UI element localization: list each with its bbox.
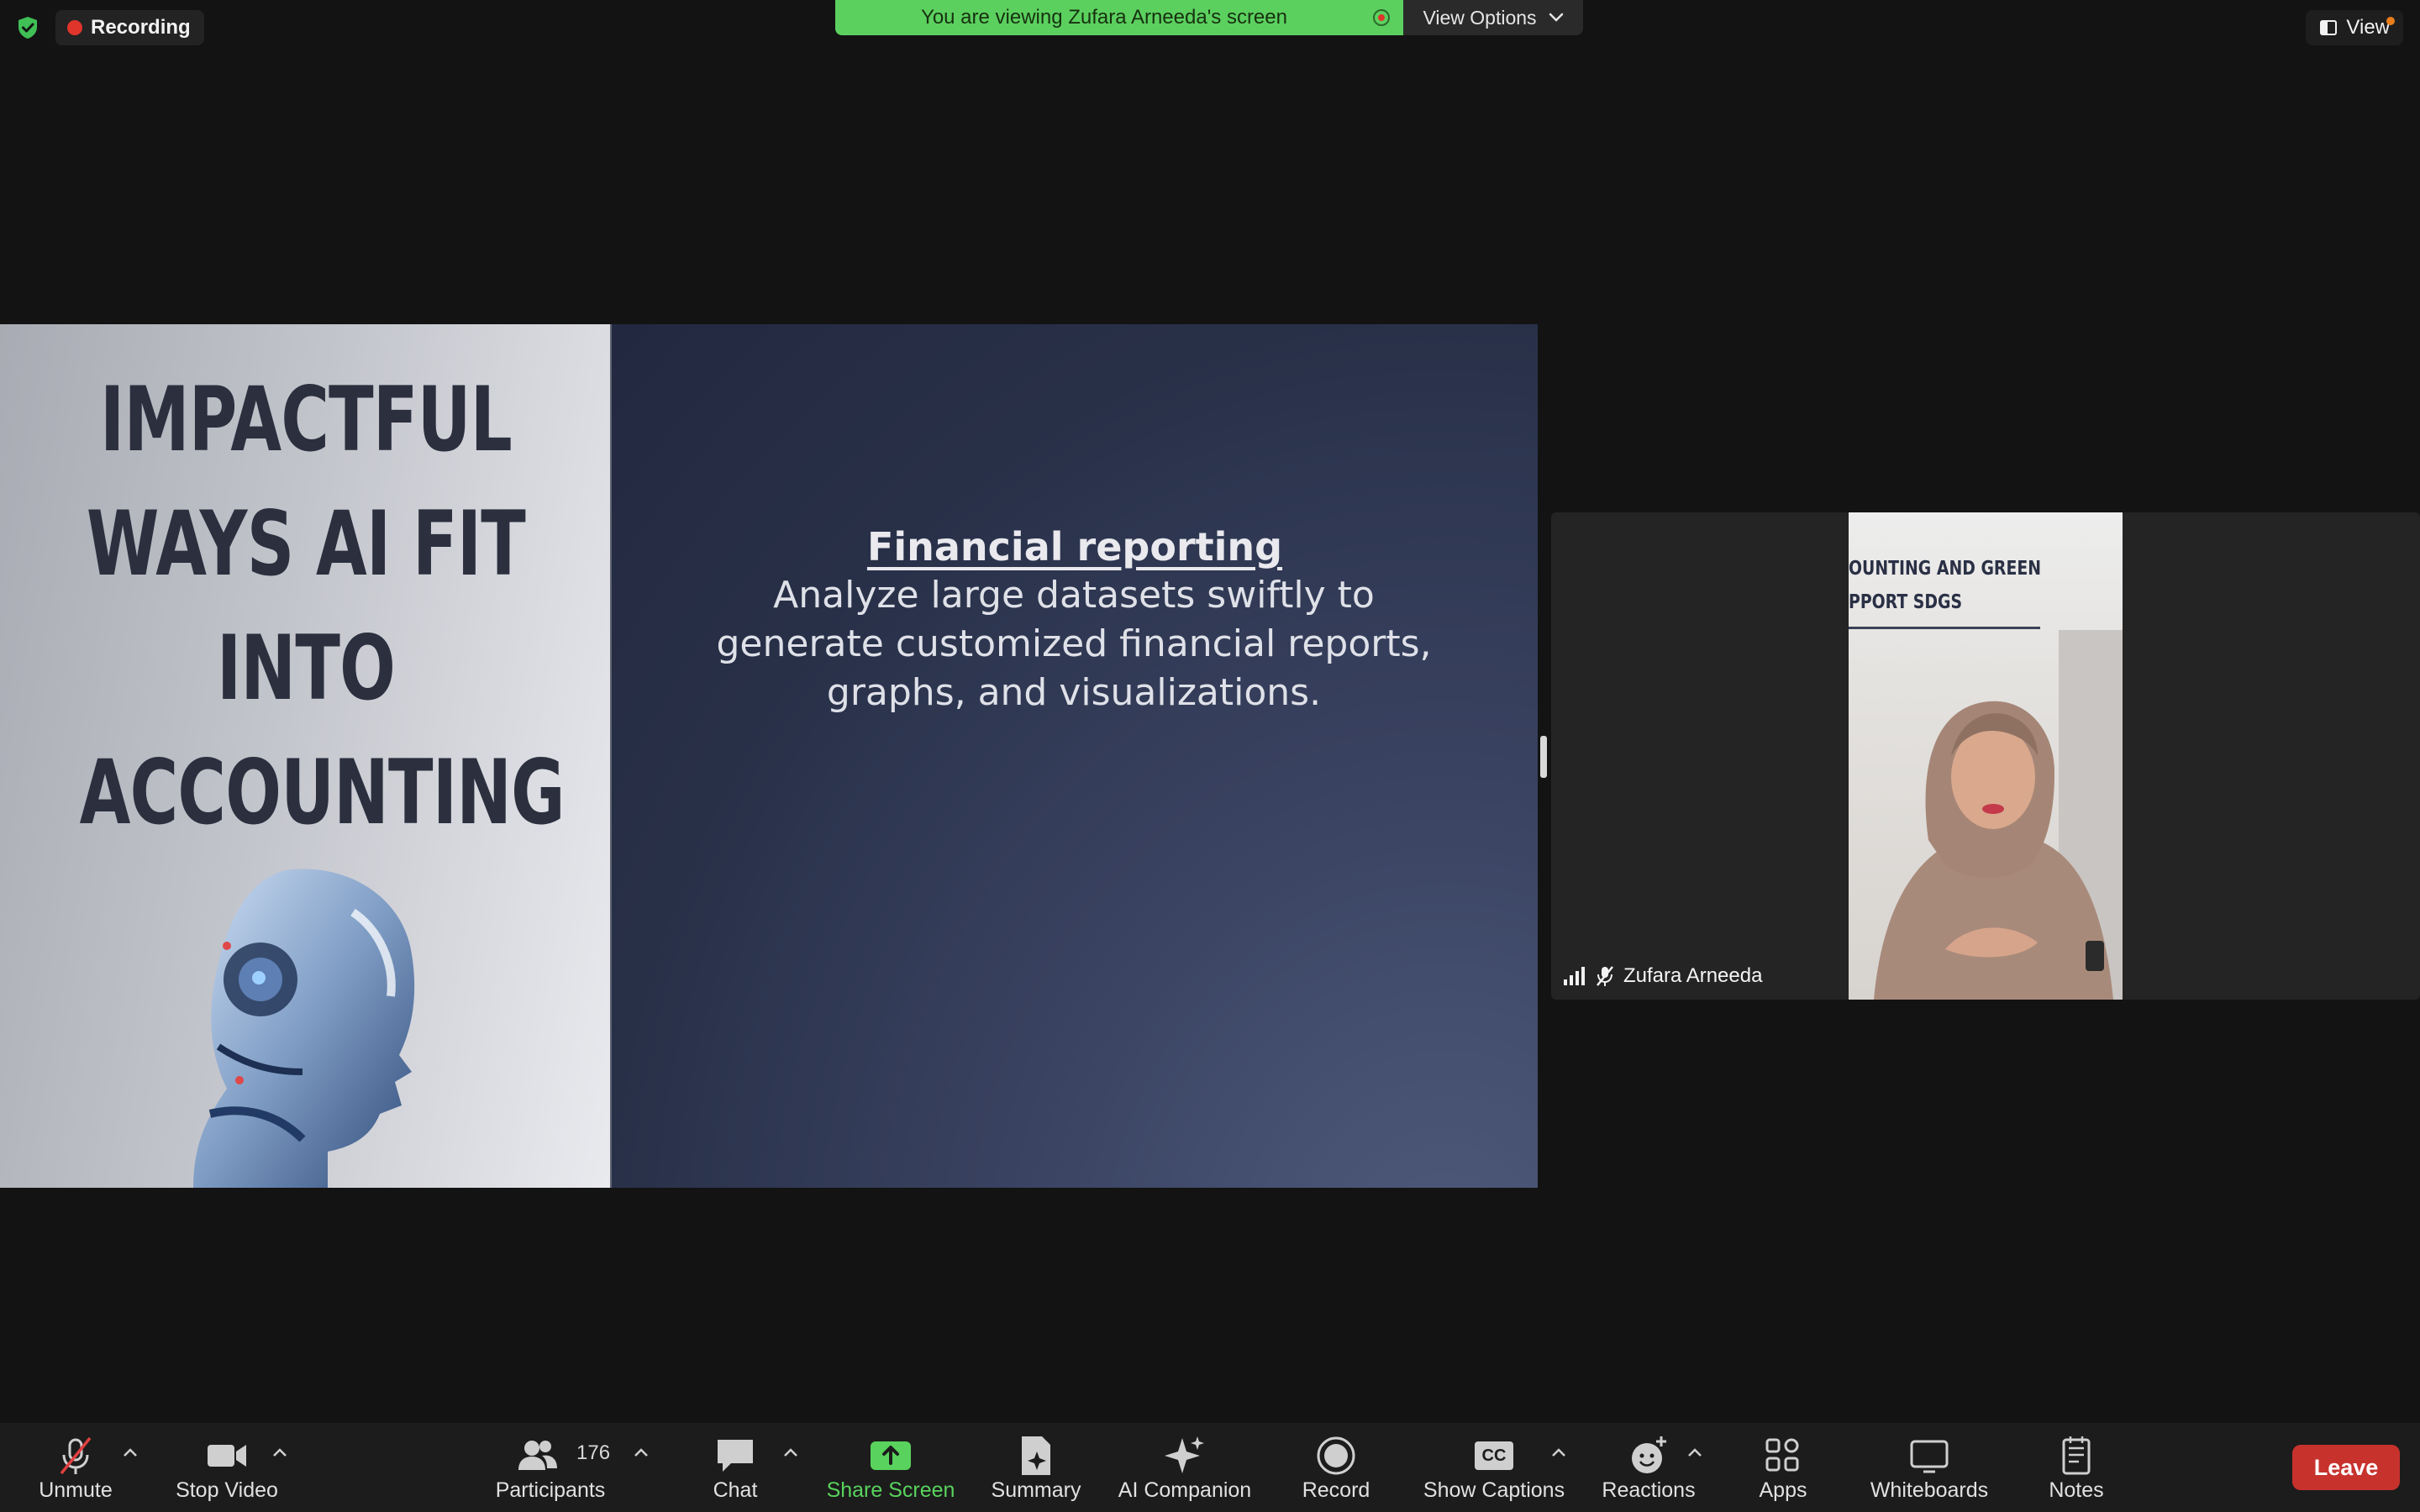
video-camera-icon [208, 1445, 246, 1467]
whiteboards-label: Whiteboards [1870, 1478, 1989, 1502]
ai-companion-button[interactable]: AI Companion [1109, 1423, 1260, 1512]
leave-button[interactable]: Leave [2292, 1445, 2400, 1490]
captions-icon-text: CC [1481, 1446, 1507, 1465]
slide-heading: Financial reporting [866, 524, 1283, 570]
view-button[interactable]: View [2306, 10, 2403, 45]
slide-left-panel: IMPACTFUL WAYS AI FIT INTO ACCOUNTING [0, 324, 612, 1188]
shared-screen[interactable]: IMPACTFUL WAYS AI FIT INTO ACCOUNTING Fi… [0, 324, 1538, 1188]
reactions-options-caret-icon[interactable] [1686, 1446, 1704, 1458]
screen-share-banner: You are viewing Zufara Arneeda's screen [835, 0, 1403, 35]
share-banner-text: You are viewing Zufara Arneeda's screen [921, 6, 1287, 29]
whiteboard-icon [1910, 1440, 1949, 1473]
record-label: Record [1302, 1478, 1370, 1502]
ai-sparkle-icon [1165, 1436, 1204, 1473]
video-background-rule [1849, 627, 2040, 629]
chevron-down-icon [1549, 13, 1563, 22]
summary-label: Summary [991, 1478, 1081, 1502]
recording-dot-icon [67, 20, 82, 35]
participants-label: Participants [495, 1478, 606, 1502]
participants-icon [518, 1441, 557, 1470]
view-options-label: View Options [1423, 6, 1537, 29]
chat-bubble-icon [718, 1440, 753, 1472]
chat-button[interactable]: Chat [697, 1423, 773, 1512]
slide-body-text: Analyze large datasets swiftly to genera… [716, 574, 1432, 714]
record-icon [1317, 1436, 1355, 1475]
reactions-emoji-icon [1632, 1436, 1666, 1473]
ai-robot-image [193, 869, 415, 1188]
meeting-toolbar: Unmute Stop Video 176 Participants Chat [0, 1423, 2420, 1512]
slide-title: IMPACTFUL WAYS AI FIT INTO ACCOUNTING [79, 358, 566, 855]
view-label: View [2346, 16, 2390, 39]
participants-count: 176 [576, 1441, 611, 1464]
participant-name-tag: Zufara Arneeda [1558, 961, 1767, 991]
apps-grid-icon [1765, 1438, 1799, 1472]
show-captions-button[interactable]: CC Show Captions [1420, 1423, 1568, 1512]
slide-title-line: ACCOUNTING [79, 741, 566, 844]
slide-title-line: INTO [216, 617, 396, 720]
recording-label: Recording [91, 16, 191, 39]
notification-dot [2386, 17, 2395, 25]
participant-video-tile[interactable]: OUNTING AND GREEN PPORT SDGS Zufara Arne… [1551, 512, 2420, 1000]
reactions-label: Reactions [1602, 1478, 1696, 1502]
summary-document-icon [1022, 1436, 1050, 1475]
muted-microphone-icon [1597, 966, 1613, 986]
participant-name: Zufara Arneeda [1623, 964, 1763, 987]
share-screen-icon [871, 1441, 911, 1470]
layout-view-icon [2320, 20, 2338, 35]
recording-indicator[interactable]: Recording [55, 10, 204, 45]
ai-companion-label: AI Companion [1118, 1478, 1252, 1502]
participants-options-caret-icon[interactable] [632, 1446, 650, 1458]
video-background-caption: PPORT SDGS [1849, 591, 1963, 613]
chat-label: Chat [713, 1478, 758, 1502]
stop-video-button[interactable]: Stop Video [168, 1423, 286, 1512]
participant-person-image [1874, 630, 2123, 1000]
share-screen-label: Share Screen [826, 1478, 955, 1502]
video-background-caption: OUNTING AND GREEN [1849, 558, 2042, 580]
captions-options-caret-icon[interactable] [1549, 1446, 1568, 1458]
record-button[interactable]: Record [1294, 1423, 1378, 1512]
notes-icon [2062, 1436, 2091, 1475]
notes-button[interactable]: Notes [2037, 1423, 2116, 1512]
participants-button[interactable]: 176 Participants [487, 1423, 613, 1512]
chat-options-caret-icon[interactable] [781, 1446, 800, 1458]
muted-microphone-icon [60, 1436, 92, 1475]
panel-resize-handle[interactable] [1540, 736, 1547, 778]
unmute-button[interactable]: Unmute [25, 1423, 126, 1512]
slide-title-line: IMPACTFUL [100, 368, 513, 471]
signal-strength-icon[interactable] [1563, 966, 1586, 986]
reactions-button[interactable]: Reactions [1597, 1423, 1701, 1512]
slide-right-panel: Financial reporting Analyze large datase… [612, 324, 1538, 1188]
participant-video: OUNTING AND GREEN PPORT SDGS [1849, 512, 2123, 1000]
view-options-button[interactable]: View Options [1403, 0, 1583, 35]
stop-video-label: Stop Video [176, 1478, 278, 1502]
apps-button[interactable]: Apps [1748, 1423, 1818, 1512]
slide-title-line: WAYS AI FIT [86, 492, 526, 596]
share-screen-button[interactable]: Share Screen [823, 1423, 958, 1512]
show-captions-label: Show Captions [1423, 1478, 1565, 1502]
record-status-icon [1373, 9, 1390, 26]
unmute-label: Unmute [39, 1478, 113, 1502]
security-shield-icon[interactable] [15, 15, 40, 40]
apps-label: Apps [1759, 1478, 1807, 1502]
notes-label: Notes [2049, 1478, 2104, 1502]
video-options-caret-icon[interactable] [271, 1446, 289, 1458]
audio-options-caret-icon[interactable] [121, 1446, 139, 1458]
summary-button[interactable]: Summary [983, 1423, 1089, 1512]
leave-label: Leave [2313, 1454, 2379, 1480]
whiteboards-button[interactable]: Whiteboards [1862, 1423, 1996, 1512]
